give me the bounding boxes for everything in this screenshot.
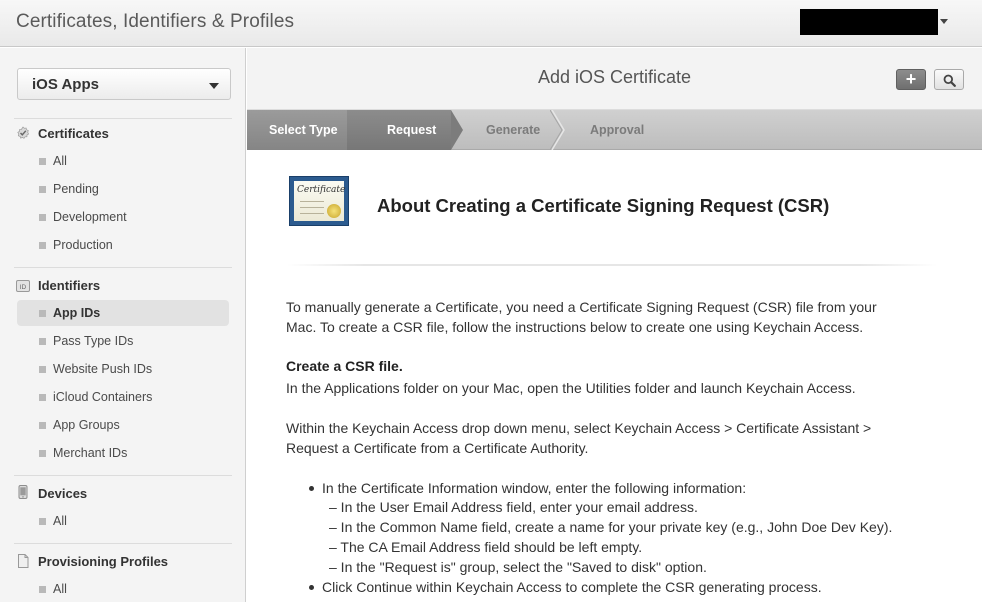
section-certificates: Certificates — [38, 126, 109, 141]
sidebar-divider — [14, 543, 232, 544]
add-button[interactable]: + — [896, 69, 926, 90]
plus-icon: + — [905, 69, 917, 89]
bullet-certificate-info: In the Certificate Information window, e… — [322, 480, 747, 496]
sidebar-item-development[interactable]: Development — [17, 204, 229, 230]
sidebar-divider — [14, 118, 232, 119]
id-badge-icon: ID — [16, 280, 30, 292]
page-title: Add iOS Certificate — [537, 67, 692, 87]
create-csr-heading: Create a CSR file. — [286, 358, 403, 374]
section-heading: About Creating a Certificate Signing Req… — [377, 195, 830, 216]
sidebar-item-icloud-containers[interactable]: iCloud Containers — [17, 384, 229, 410]
bullet-continue: Click Continue within Keychain Access to… — [322, 579, 822, 595]
sidebar-item-profiles-all[interactable]: All — [17, 576, 229, 602]
sidebar-item-app-ids[interactable]: App IDs — [17, 300, 229, 326]
document-icon — [18, 554, 29, 568]
sidebar-item-devices-all[interactable]: All — [17, 508, 229, 534]
sub-step-email: – In the User Email Address field, enter… — [329, 499, 698, 515]
sidebar-item-merchant-ids[interactable]: Merchant IDs — [17, 440, 229, 466]
sub-step-common-name: – In the Common Name field, create a nam… — [329, 519, 893, 535]
step-divider — [550, 110, 565, 150]
account-menu[interactable] — [800, 9, 938, 35]
step-chevron — [451, 110, 463, 150]
sidebar-divider — [14, 267, 232, 268]
chevron-down-icon[interactable] — [940, 19, 948, 24]
section-provisioning-profiles: Provisioning Profiles — [38, 554, 169, 569]
bullet-dot — [309, 585, 314, 590]
search-icon — [943, 74, 956, 87]
section-devices: Devices — [38, 486, 88, 501]
content-divider — [287, 264, 937, 266]
sidebar-item-pass-type-ids[interactable]: Pass Type IDs — [17, 328, 229, 354]
sub-step-ca-email: – The CA Email Address field should be l… — [329, 539, 643, 555]
step-progress-bar: Select Type Request Generate Approval — [247, 110, 982, 150]
platform-select[interactable]: iOS Apps — [17, 68, 231, 100]
platform-select-label: iOS Apps — [32, 76, 99, 93]
app-title[interactable]: Certificates, Identifiers & Profiles — [16, 11, 294, 33]
sidebar-item-website-push-ids[interactable]: Website Push IDs — [17, 356, 229, 382]
search-button[interactable] — [934, 69, 964, 90]
section-identifiers: Identifiers — [38, 278, 101, 293]
step-generate: Generate — [486, 123, 541, 137]
bullet-dot — [309, 486, 314, 491]
main-panel: Add iOS Certificate + Select Type Reques… — [247, 48, 982, 602]
sidebar: iOS Apps Certificates All Pending Develo… — [0, 48, 246, 602]
chevron-down-icon — [209, 83, 219, 89]
intro-line-1: To manually generate a Certificate, you … — [286, 299, 877, 315]
sidebar-divider — [14, 475, 232, 476]
certificate-word: Certificate — [297, 185, 346, 195]
intro-line-2: Mac. To create a CSR file, follow the in… — [286, 319, 864, 335]
step-select-type[interactable]: Select Type — [247, 110, 347, 150]
seal-icon — [327, 204, 341, 218]
step-approval: Approval — [590, 123, 645, 137]
sidebar-item-app-groups[interactable]: App Groups — [17, 412, 229, 438]
sidebar-item-pending[interactable]: Pending — [17, 176, 229, 202]
sidebar-item-production[interactable]: Production — [17, 232, 229, 258]
create-csr-text: In the Applications folder on your Mac, … — [286, 380, 856, 396]
top-header: Certificates, Identifiers & Profiles — [0, 0, 982, 47]
sub-step-request-is: – In the "Request is" group, select the … — [329, 559, 707, 575]
svg-text:ID: ID — [20, 284, 27, 291]
certificate-icon — [17, 126, 30, 139]
step-request[interactable]: Request — [347, 110, 451, 150]
device-icon — [18, 485, 28, 499]
keychain-instructions-1: Within the Keychain Access drop down men… — [286, 420, 872, 436]
keychain-instructions-2: Request a Certificate from a Certificate… — [286, 440, 589, 456]
certificate-image: Certificate — [289, 176, 349, 226]
sidebar-item-certificates-all[interactable]: All — [17, 148, 229, 174]
main-header: Add iOS Certificate + — [247, 48, 982, 110]
